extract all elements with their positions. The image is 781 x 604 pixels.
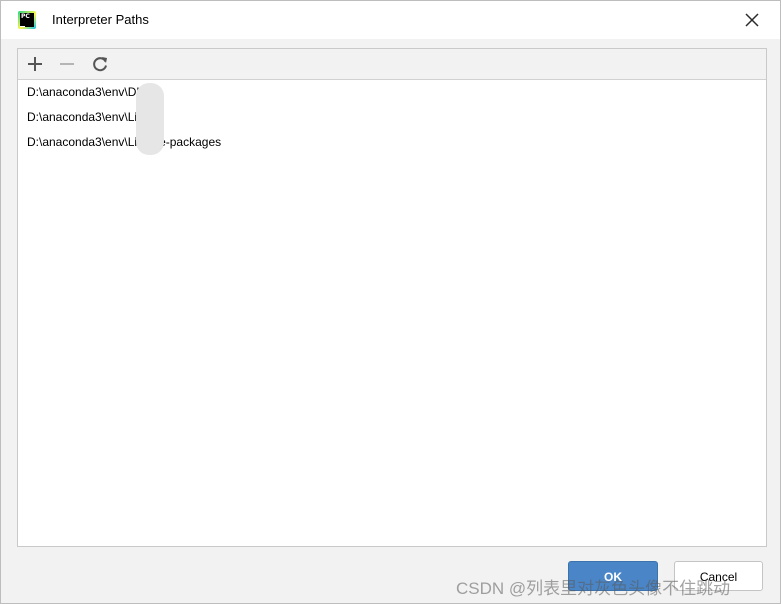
watermark-text: CSDN @列表里对灰色头像不住跳动 <box>456 579 731 598</box>
path-text: D:\anaconda3\env\Lib\site-packages <box>27 135 222 149</box>
add-path-button[interactable] <box>24 53 46 75</box>
app-icon-label: PC <box>20 13 34 27</box>
interpreter-paths-dialog: PC Interpreter Paths D:\anaconda3\env\DL… <box>0 0 781 604</box>
refresh-icon <box>93 57 107 72</box>
remove-path-button[interactable] <box>56 53 78 75</box>
paths-panel: D:\anaconda3\env\DLLs D:\anaconda3\env\L… <box>17 48 767 547</box>
path-item[interactable]: D:\anaconda3\env\Lib <box>18 105 766 130</box>
path-item[interactable]: D:\anaconda3\env\DLLs <box>18 80 766 105</box>
title-bar: PC Interpreter Paths <box>1 1 780 39</box>
redaction-mask <box>136 83 164 155</box>
close-icon <box>745 13 759 27</box>
close-button[interactable] <box>740 9 764 31</box>
path-item[interactable]: D:\anaconda3\env\Lib\site-packages <box>18 130 766 155</box>
plus-icon <box>28 57 42 71</box>
app-icon-bar <box>20 26 25 27</box>
paths-list: D:\anaconda3\env\DLLs D:\anaconda3\env\L… <box>18 80 766 155</box>
dialog-title: Interpreter Paths <box>52 12 149 27</box>
minus-icon <box>60 63 74 65</box>
pycharm-app-icon: PC <box>18 11 36 29</box>
reload-paths-button[interactable] <box>89 53 111 75</box>
path-text: D:\anaconda3\env\Lib <box>27 110 144 124</box>
paths-toolbar <box>18 49 766 80</box>
